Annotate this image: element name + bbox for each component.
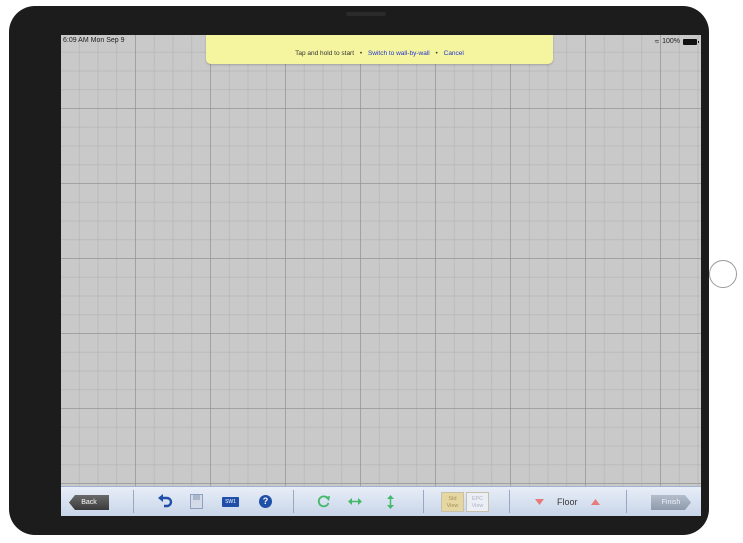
banner-bullet: • <box>359 50 363 57</box>
floor-down-icon[interactable] <box>535 499 544 505</box>
epc-view-button[interactable]: EPC View <box>466 492 489 512</box>
save-icon[interactable] <box>190 494 203 509</box>
status-time: 6:09 AM Mon Sep 9 <box>63 37 125 44</box>
toolbar-divider <box>133 490 134 513</box>
status-indicators: ≈ 100% <box>654 37 699 46</box>
switch-wall-by-wall-link[interactable]: Switch to wall-by-wall <box>368 50 430 57</box>
banner-bullet: • <box>435 50 438 57</box>
toolbar-divider <box>509 490 510 513</box>
banner-instruction: Tap and hold to start <box>295 50 355 57</box>
std-view-label-line2: View <box>446 503 459 509</box>
battery-icon <box>683 38 699 45</box>
help-icon[interactable]: ? <box>259 495 272 508</box>
std-view-label-line1: Std <box>448 496 457 502</box>
cancel-link[interactable]: Cancel <box>444 50 464 57</box>
flip-vertical-icon[interactable] <box>386 495 395 509</box>
bottom-toolbar: Back SW1 ? Std View EPC View Floor Finis… <box>61 486 701 516</box>
finish-button[interactable]: Finish <box>651 495 691 510</box>
back-button[interactable]: Back <box>69 495 109 510</box>
drawing-canvas[interactable]: 6:09 AM Mon Sep 9 ≈ 100% Tap and hold to… <box>61 35 701 516</box>
toolbar-divider <box>626 490 627 513</box>
toolbar-divider <box>293 490 294 513</box>
std-view-button[interactable]: Std View <box>441 492 464 512</box>
flip-horizontal-icon[interactable] <box>348 497 362 506</box>
wifi-icon: ≈ <box>654 37 660 46</box>
battery-percent: 100% <box>662 38 680 45</box>
floor-up-icon[interactable] <box>591 499 600 505</box>
rotate-icon[interactable] <box>316 494 331 509</box>
epc-view-label-line2: View <box>471 503 484 509</box>
undo-icon[interactable] <box>157 494 173 509</box>
epc-view-label-line1: EPC <box>471 496 484 502</box>
sw1-icon[interactable]: SW1 <box>222 497 239 507</box>
home-button[interactable] <box>709 260 737 288</box>
instruction-banner: Tap and hold to start • Switch to wall-b… <box>206 35 553 64</box>
camera-speaker <box>346 12 386 16</box>
toolbar-divider <box>423 490 424 513</box>
floor-label: Floor <box>557 497 578 507</box>
